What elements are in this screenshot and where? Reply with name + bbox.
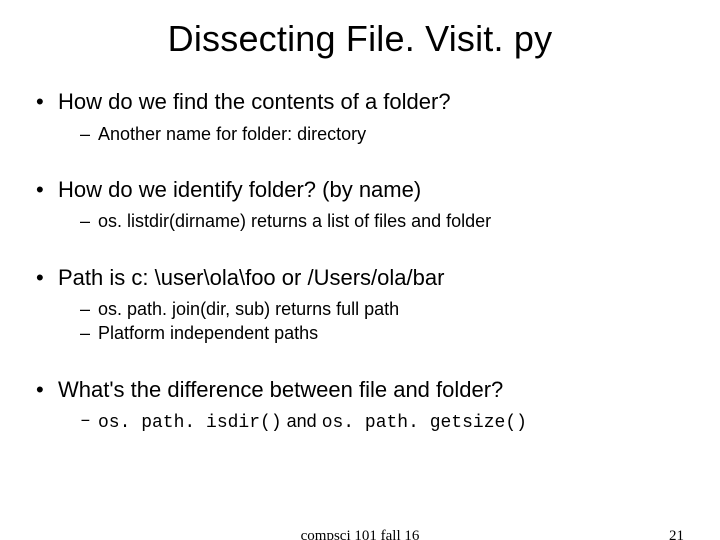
slide: Dissecting File. Visit. py • How do we f…	[0, 0, 720, 540]
sub-bullet-item: – os. path. isdir() and os. path. getsiz…	[80, 409, 684, 435]
bullet-level-1: • What's the difference between file and…	[36, 376, 684, 404]
sub-bullet-item: – os. path. join(dir, sub) returns full …	[80, 297, 684, 321]
bullet-dot-icon: •	[36, 176, 58, 204]
sub-list: – os. listdir(dirname) returns a list of…	[36, 209, 684, 233]
bullet-item: • How do we identify folder? (by name) –…	[36, 176, 684, 234]
bullet-item: • Path is c: \user\ola\foo or /Users/ola…	[36, 264, 684, 346]
bullet-level-1: • How do we identify folder? (by name)	[36, 176, 684, 204]
dash-icon: –	[80, 122, 98, 146]
bullet-item: • What's the difference between file and…	[36, 376, 684, 436]
sub-bullet-text: os. path. join(dir, sub) returns full pa…	[98, 297, 399, 321]
bullet-text: How do we identify folder? (by name)	[58, 176, 421, 204]
sub-list: – Another name for folder: directory	[36, 122, 684, 146]
bullet-text: How do we find the contents of a folder?	[58, 88, 451, 116]
slide-number: 21	[669, 528, 684, 540]
bullet-level-1: • Path is c: \user\ola\foo or /Users/ola…	[36, 264, 684, 292]
sub-list: – os. path. join(dir, sub) returns full …	[36, 297, 684, 346]
code-text: os. path. isdir()	[98, 413, 282, 433]
sub-bullet-item: – Platform independent paths	[80, 321, 684, 345]
sub-list: – os. path. isdir() and os. path. getsiz…	[36, 409, 684, 435]
bullet-text: Path is c: \user\ola\foo or /Users/ola/b…	[58, 264, 444, 292]
bullet-dot-icon: •	[36, 88, 58, 116]
sub-bullet-text: Platform independent paths	[98, 321, 318, 345]
dash-icon: –	[80, 297, 98, 321]
bullet-level-1: • How do we find the contents of a folde…	[36, 88, 684, 116]
bullet-dot-icon: •	[36, 264, 58, 292]
bullet-text: What's the difference between file and f…	[58, 376, 503, 404]
sub-bullet-item: – Another name for folder: directory	[80, 122, 684, 146]
bullet-list: • How do we find the contents of a folde…	[36, 88, 684, 435]
dash-icon: –	[80, 209, 98, 233]
sub-bullet-text: os. path. isdir() and os. path. getsize(…	[98, 409, 527, 435]
sub-bullet-item: – os. listdir(dirname) returns a list of…	[80, 209, 684, 233]
sub-bullet-text: os. listdir(dirname) returns a list of f…	[98, 209, 491, 233]
footer-center-text: compsci 101 fall 16	[301, 528, 420, 540]
sub-bullet-text: Another name for folder: directory	[98, 122, 366, 146]
mid-text: and	[282, 411, 322, 431]
code-text: os. path. getsize()	[322, 413, 527, 433]
dash-icon: –	[80, 321, 98, 345]
bullet-dot-icon: •	[36, 376, 58, 404]
dash-icon: –	[80, 409, 98, 433]
bullet-item: • How do we find the contents of a folde…	[36, 88, 684, 146]
slide-title: Dissecting File. Visit. py	[36, 18, 684, 60]
